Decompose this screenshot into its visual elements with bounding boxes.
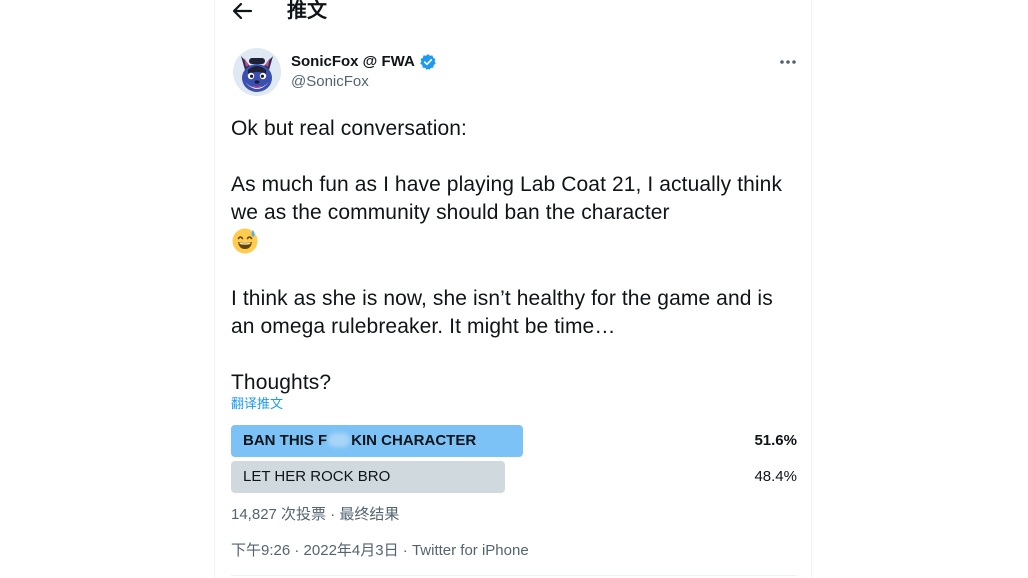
- more-dots-icon: [780, 60, 796, 64]
- tweet-line: Ok but real conversation:: [231, 117, 467, 140]
- poll-option-percent: 51.6%: [754, 432, 797, 449]
- tweet-line: Thoughts?: [231, 371, 332, 394]
- tweet-line: As much fun as I have playing Lab Coat 2…: [231, 173, 783, 224]
- grinning-face-with-sweat-icon: [231, 227, 259, 255]
- arrow-left-icon: [232, 2, 253, 20]
- tweet-line-with-emoji: As much fun as I have playing Lab Coat 2…: [231, 171, 801, 257]
- tweet-timestamp: 下午9:26 · 2022年4月3日 · Twitter for iPhone: [231, 542, 529, 560]
- separator-dot: ·: [294, 542, 304, 559]
- tweet-time[interactable]: 下午9:26: [231, 542, 290, 559]
- poll-vote-count: 14,827 次投票: [231, 506, 327, 523]
- poll-option: BAN THIS F KIN CHARACTER 51.6%: [231, 425, 797, 457]
- author-name-row[interactable]: SonicFox @ FWA: [291, 52, 437, 72]
- top-bar: 推文: [215, 0, 811, 26]
- censor-blur: [328, 433, 351, 447]
- tweet-line: I think as she is now, she isn’t healthy…: [231, 287, 773, 338]
- translate-tweet-link[interactable]: 翻译推文: [231, 395, 283, 413]
- back-button[interactable]: [231, 0, 253, 24]
- verified-badge-icon: [419, 53, 437, 71]
- tweet-date[interactable]: 2022年4月3日: [304, 542, 399, 559]
- poll-option: LET HER ROCK BRO 48.4%: [231, 461, 797, 493]
- poll-label-part: BAN THIS F: [243, 432, 328, 449]
- page-title: 推文: [287, 0, 327, 22]
- tweet-source[interactable]: Twitter for iPhone: [412, 542, 529, 559]
- separator-dot: ·: [330, 506, 340, 523]
- poll-option-percent: 48.4%: [754, 468, 797, 485]
- avatar[interactable]: [233, 48, 281, 96]
- poll-option-label: BAN THIS F KIN CHARACTER: [243, 425, 476, 457]
- divider: [231, 575, 797, 576]
- tweet-body: Ok but real conversation: As much fun as…: [231, 115, 801, 397]
- poll-meta: 14,827 次投票 · 最终结果: [231, 506, 399, 524]
- poll-label-part: KIN CHARACTER: [351, 432, 477, 449]
- tweet-column: 推文 SonicFox @ FWA @SonicFox Ok but real …: [214, 0, 812, 578]
- separator-dot: ·: [402, 542, 412, 559]
- fox-avatar-icon: [233, 48, 281, 96]
- more-options-button[interactable]: [771, 50, 805, 74]
- poll-status: 最终结果: [339, 506, 400, 523]
- poll-option-label: LET HER ROCK BRO: [243, 468, 391, 485]
- author-display-name[interactable]: SonicFox @ FWA: [291, 52, 415, 72]
- author-handle[interactable]: @SonicFox: [291, 73, 369, 91]
- page: 推文 SonicFox @ FWA @SonicFox Ok but real …: [0, 0, 1028, 578]
